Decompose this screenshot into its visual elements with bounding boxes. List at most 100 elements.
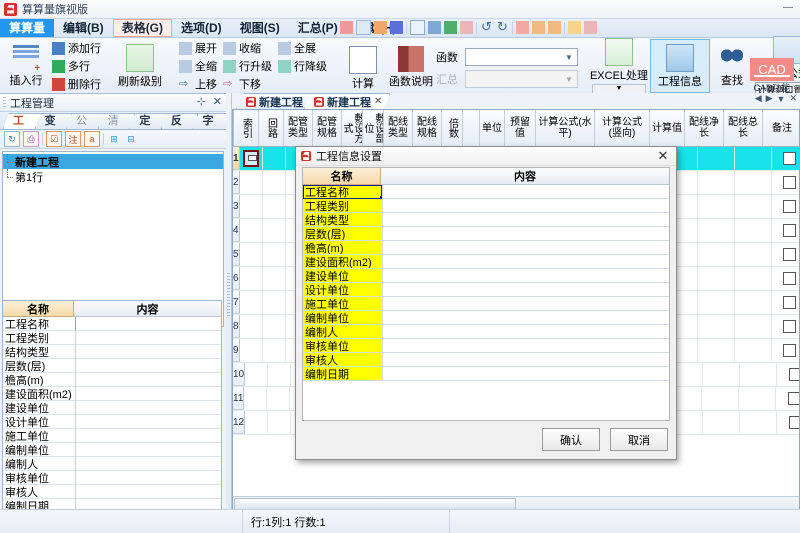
table-cell[interactable] [698, 267, 735, 290]
grid-column-header[interactable]: 预留值 [505, 110, 536, 146]
property-row[interactable]: 建设单位 [3, 401, 221, 415]
grid-column-header[interactable]: 计算公式(竖向) [595, 110, 650, 146]
checkbox[interactable] [789, 416, 800, 429]
dialog-row-value[interactable] [382, 311, 669, 325]
property-row-value[interactable] [76, 373, 221, 387]
collapse-all-button[interactable]: 全缩 [176, 58, 220, 74]
dialog-row-value[interactable] [382, 241, 669, 255]
pin-icon[interactable]: ⊹ [197, 95, 206, 108]
minimize-button[interactable]: — [782, 2, 794, 13]
tab-next-icon[interactable]: ▶ [766, 93, 773, 104]
no-count-checkbox-cell[interactable] [772, 339, 800, 362]
table-cell[interactable] [703, 411, 740, 434]
dialog-row-value[interactable] [382, 367, 669, 381]
dialog-row[interactable]: 编制日期 [303, 367, 669, 381]
table-cell[interactable] [735, 195, 772, 218]
table-cell[interactable] [244, 387, 267, 410]
no-count-checkbox-cell[interactable] [776, 387, 800, 410]
table-cell[interactable] [240, 171, 263, 194]
table-cell[interactable] [268, 363, 291, 386]
table-cell[interactable] [263, 339, 286, 362]
property-row[interactable]: 檐高(m) [3, 373, 221, 387]
add-row-button[interactable]: 添加行 [49, 40, 104, 56]
undo-icon[interactable]: ↺ [480, 21, 493, 34]
property-row[interactable]: 审核人 [3, 485, 221, 499]
add-node-icon[interactable]: ⊞ [107, 132, 121, 146]
expand-all-button[interactable]: 全展 [275, 40, 330, 56]
property-row-value[interactable] [76, 471, 221, 485]
new-file-icon[interactable] [356, 20, 371, 35]
table-cell[interactable] [735, 147, 772, 170]
dialog-row-value[interactable] [382, 269, 669, 283]
dialog-row-value[interactable] [382, 353, 669, 367]
row-number[interactable]: 12 [233, 411, 245, 434]
tree-node-new-project[interactable]: 新建工程 [3, 154, 223, 169]
document-tab-1[interactable]: 新建工程 [236, 93, 311, 109]
dialog-row-value[interactable] [382, 185, 669, 199]
table-cell[interactable] [698, 171, 735, 194]
grid-column-header[interactable]: 单位 [480, 110, 505, 146]
dialog-row[interactable]: 编制人 [303, 325, 669, 339]
menu-item-view[interactable]: 视图(S) [231, 19, 289, 37]
check-icon[interactable]: ☑ [46, 131, 62, 147]
dialog-row[interactable]: 设计单位 [303, 283, 669, 297]
table-cell[interactable] [703, 363, 740, 386]
refresh-level-button[interactable]: 刷新级别 [114, 39, 166, 93]
project-info-button[interactable]: 工程信息 [650, 39, 710, 93]
property-row-value[interactable] [76, 443, 221, 457]
grid-column-header[interactable]: 倍数 [442, 110, 463, 146]
table-cell[interactable] [263, 219, 286, 242]
dialog-row[interactable]: 工程名称 [303, 185, 669, 199]
grid-column-header[interactable]: 敷设部位 [363, 110, 384, 146]
dialog-row[interactable]: 层数(层) [303, 227, 669, 241]
grid-column-header[interactable]: 配管规格 [313, 110, 342, 146]
tab-variable[interactable]: 变量 [35, 113, 73, 129]
import-icon[interactable] [532, 21, 545, 34]
table-cell[interactable] [735, 267, 772, 290]
property-grid[interactable]: 名称 内容 工程名称工程类别结构类型层数(层)檐高(m)建设面积(m2)建设单位… [2, 300, 222, 510]
no-count-checkbox-cell[interactable] [772, 243, 800, 266]
dialog-row[interactable]: 檐高(m) [303, 241, 669, 255]
no-count-checkbox-cell[interactable] [772, 267, 800, 290]
grid-column-header[interactable]: 备注 [763, 110, 800, 146]
checkbox[interactable] [783, 200, 796, 213]
tab-formula[interactable]: 公式 [66, 113, 104, 129]
cad-function-button[interactable]: CAD CAD功能 [748, 58, 796, 94]
quick-access-toolbar[interactable]: ↺ ↻ [340, 19, 597, 36]
table-cell[interactable] [698, 315, 735, 338]
checkbox[interactable] [783, 320, 796, 333]
window-controls[interactable]: — [782, 2, 794, 13]
confirm-button[interactable]: 确认 [542, 428, 600, 451]
table-cell[interactable] [240, 315, 263, 338]
excel-button[interactable]: EXCEL处理 ▼ [588, 39, 650, 93]
no-count-checkbox-cell[interactable] [772, 291, 800, 314]
table-cell[interactable] [263, 291, 286, 314]
checkbox[interactable] [783, 176, 796, 189]
row-down-level-button[interactable]: 行降级 [275, 58, 330, 74]
dialog-row[interactable]: 审核人 [303, 353, 669, 367]
table-cell[interactable] [735, 339, 772, 362]
tab-navigation[interactable]: ◀ ▶ ▼ ✕ [755, 93, 797, 104]
grid-column-header[interactable]: 计算值 [650, 110, 685, 146]
export-icon[interactable] [516, 21, 529, 34]
property-row[interactable]: 层数(层) [3, 359, 221, 373]
table-cell[interactable] [268, 411, 291, 434]
table-cell[interactable] [698, 243, 735, 266]
table-cell[interactable] [735, 171, 772, 194]
checkbox[interactable] [788, 392, 800, 405]
table-cell[interactable] [698, 195, 735, 218]
horizontal-scrollbar[interactable] [233, 496, 799, 509]
open-folder-icon[interactable] [374, 21, 387, 34]
dialog-row-value[interactable] [382, 283, 669, 297]
table-cell[interactable] [245, 363, 268, 386]
document-tab-2[interactable]: 新建工程 ✕ [304, 93, 390, 109]
table-cell[interactable] [263, 195, 286, 218]
property-row[interactable]: 结构类型 [3, 345, 221, 359]
dialog-row-value[interactable] [382, 339, 669, 353]
table-cell[interactable] [240, 291, 263, 314]
drag-grip-icon[interactable] [3, 97, 6, 108]
tab-list[interactable]: 清单 [98, 113, 136, 129]
table-cell[interactable] [735, 315, 772, 338]
dialog-table[interactable]: 名称 内容 工程名称工程类别结构类型层数(层)檐高(m)建设面积(m2)建设单位… [302, 167, 670, 421]
checkbox[interactable] [783, 152, 796, 165]
